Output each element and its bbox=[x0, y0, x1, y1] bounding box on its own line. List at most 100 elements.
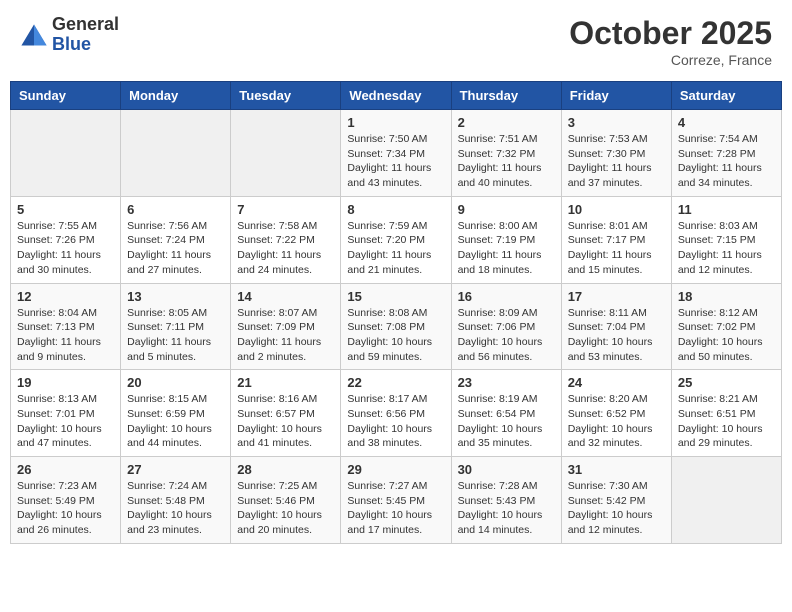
calendar-cell: 25 Sunrise: 8:21 AM Sunset: 6:51 PM Dayli… bbox=[671, 370, 781, 457]
day-number: 9 bbox=[458, 202, 555, 217]
day-of-week-header: Monday bbox=[121, 82, 231, 110]
day-number: 18 bbox=[678, 289, 775, 304]
day-number: 11 bbox=[678, 202, 775, 217]
day-number: 31 bbox=[568, 462, 665, 477]
calendar-week-row: 12Sunrise: 8:04 AM Sunset: 7:13 PM Dayli… bbox=[11, 283, 782, 370]
calendar-cell: 29 Sunrise: 7:27 AM Sunset: 5:45 PM Dayli… bbox=[341, 457, 451, 544]
calendar-cell: 6 Sunrise: 7:56 AM Sunset: 7:24 PM Daylig… bbox=[121, 196, 231, 283]
calendar-cell: 14 Sunrise: 8:07 AM Sunset: 7:09 PM Dayli… bbox=[231, 283, 341, 370]
calendar-header-row: SundayMondayTuesdayWednesdayThursdayFrid… bbox=[11, 82, 782, 110]
day-of-week-header: Thursday bbox=[451, 82, 561, 110]
day-info: Sunrise: 8:04 AM Sunset: 7:13 PM Dayligh… bbox=[17, 306, 114, 365]
calendar-cell: 22 Sunrise: 8:17 AM Sunset: 6:56 PM Dayli… bbox=[341, 370, 451, 457]
day-info: Sunrise: 8:08 AM Sunset: 7:08 PM Dayligh… bbox=[347, 306, 444, 365]
day-number: 7 bbox=[237, 202, 334, 217]
location: Correze, France bbox=[569, 52, 772, 68]
logo-text: General Blue bbox=[52, 15, 119, 55]
day-of-week-header: Tuesday bbox=[231, 82, 341, 110]
day-info: Sunrise: 8:20 AM Sunset: 6:52 PM Dayligh… bbox=[568, 392, 665, 451]
logo-icon bbox=[20, 21, 48, 49]
day-number: 22 bbox=[347, 375, 444, 390]
calendar-cell bbox=[671, 457, 781, 544]
calendar-cell: 11Sunrise: 8:03 AM Sunset: 7:15 PM Dayli… bbox=[671, 196, 781, 283]
day-info: Sunrise: 8:19 AM Sunset: 6:54 PM Dayligh… bbox=[458, 392, 555, 451]
calendar-cell: 18 Sunrise: 8:12 AM Sunset: 7:02 PM Dayli… bbox=[671, 283, 781, 370]
calendar-cell bbox=[121, 110, 231, 197]
day-info: Sunrise: 8:17 AM Sunset: 6:56 PM Dayligh… bbox=[347, 392, 444, 451]
day-number: 27 bbox=[127, 462, 224, 477]
calendar-cell: 7 Sunrise: 7:58 AM Sunset: 7:22 PM Daylig… bbox=[231, 196, 341, 283]
day-of-week-header: Friday bbox=[561, 82, 671, 110]
calendar-cell: 27Sunrise: 7:24 AM Sunset: 5:48 PM Dayli… bbox=[121, 457, 231, 544]
day-number: 14 bbox=[237, 289, 334, 304]
day-number: 17 bbox=[568, 289, 665, 304]
day-info: Sunrise: 7:30 AM Sunset: 5:42 PM Dayligh… bbox=[568, 479, 665, 538]
calendar-cell: 26 Sunrise: 7:23 AM Sunset: 5:49 PM Dayli… bbox=[11, 457, 121, 544]
day-number: 20 bbox=[127, 375, 224, 390]
day-info: Sunrise: 8:15 AM Sunset: 6:59 PM Dayligh… bbox=[127, 392, 224, 451]
calendar-cell: 10 Sunrise: 8:01 AM Sunset: 7:17 PM Dayli… bbox=[561, 196, 671, 283]
calendar-cell: 2Sunrise: 7:51 AM Sunset: 7:32 PM Daylig… bbox=[451, 110, 561, 197]
day-info: Sunrise: 8:21 AM Sunset: 6:51 PM Dayligh… bbox=[678, 392, 775, 451]
calendar-cell: 1 Sunrise: 7:50 AM Sunset: 7:34 PM Daylig… bbox=[341, 110, 451, 197]
calendar-cell: 28Sunrise: 7:25 AM Sunset: 5:46 PM Dayli… bbox=[231, 457, 341, 544]
day-number: 24 bbox=[568, 375, 665, 390]
day-info: Sunrise: 8:11 AM Sunset: 7:04 PM Dayligh… bbox=[568, 306, 665, 365]
day-info: Sunrise: 8:00 AM Sunset: 7:19 PM Dayligh… bbox=[458, 219, 555, 278]
day-number: 30 bbox=[458, 462, 555, 477]
day-of-week-header: Saturday bbox=[671, 82, 781, 110]
calendar-week-row: 5 Sunrise: 7:55 AM Sunset: 7:26 PM Daylig… bbox=[11, 196, 782, 283]
calendar-cell: 24 Sunrise: 8:20 AM Sunset: 6:52 PM Dayli… bbox=[561, 370, 671, 457]
day-info: Sunrise: 7:23 AM Sunset: 5:49 PM Dayligh… bbox=[17, 479, 114, 538]
calendar-cell bbox=[11, 110, 121, 197]
day-number: 21 bbox=[237, 375, 334, 390]
calendar-cell: 19 Sunrise: 8:13 AM Sunset: 7:01 PM Dayli… bbox=[11, 370, 121, 457]
day-info: Sunrise: 7:28 AM Sunset: 5:43 PM Dayligh… bbox=[458, 479, 555, 538]
day-number: 3 bbox=[568, 115, 665, 130]
day-info: Sunrise: 7:56 AM Sunset: 7:24 PM Dayligh… bbox=[127, 219, 224, 278]
calendar-cell: 15 Sunrise: 8:08 AM Sunset: 7:08 PM Dayli… bbox=[341, 283, 451, 370]
day-info: Sunrise: 8:12 AM Sunset: 7:02 PM Dayligh… bbox=[678, 306, 775, 365]
day-of-week-header: Wednesday bbox=[341, 82, 451, 110]
calendar-cell: 31 Sunrise: 7:30 AM Sunset: 5:42 PM Dayli… bbox=[561, 457, 671, 544]
calendar-cell: 16Sunrise: 8:09 AM Sunset: 7:06 PM Dayli… bbox=[451, 283, 561, 370]
day-info: Sunrise: 7:53 AM Sunset: 7:30 PM Dayligh… bbox=[568, 132, 665, 191]
day-number: 16 bbox=[458, 289, 555, 304]
day-info: Sunrise: 7:51 AM Sunset: 7:32 PM Dayligh… bbox=[458, 132, 555, 191]
calendar-cell: 5 Sunrise: 7:55 AM Sunset: 7:26 PM Daylig… bbox=[11, 196, 121, 283]
day-number: 8 bbox=[347, 202, 444, 217]
day-number: 5 bbox=[17, 202, 114, 217]
day-info: Sunrise: 8:01 AM Sunset: 7:17 PM Dayligh… bbox=[568, 219, 665, 278]
day-info: Sunrise: 7:27 AM Sunset: 5:45 PM Dayligh… bbox=[347, 479, 444, 538]
day-info: Sunrise: 7:55 AM Sunset: 7:26 PM Dayligh… bbox=[17, 219, 114, 278]
day-number: 10 bbox=[568, 202, 665, 217]
day-number: 23 bbox=[458, 375, 555, 390]
day-number: 15 bbox=[347, 289, 444, 304]
day-info: Sunrise: 7:54 AM Sunset: 7:28 PM Dayligh… bbox=[678, 132, 775, 191]
calendar-week-row: 26 Sunrise: 7:23 AM Sunset: 5:49 PM Dayli… bbox=[11, 457, 782, 544]
day-number: 25 bbox=[678, 375, 775, 390]
calendar-table: SundayMondayTuesdayWednesdayThursdayFrid… bbox=[10, 81, 782, 544]
logo: General Blue bbox=[20, 15, 119, 55]
calendar-cell: 3 Sunrise: 7:53 AM Sunset: 7:30 PM Daylig… bbox=[561, 110, 671, 197]
day-info: Sunrise: 8:07 AM Sunset: 7:09 PM Dayligh… bbox=[237, 306, 334, 365]
day-number: 26 bbox=[17, 462, 114, 477]
calendar-week-row: 19 Sunrise: 8:13 AM Sunset: 7:01 PM Dayli… bbox=[11, 370, 782, 457]
day-info: Sunrise: 7:58 AM Sunset: 7:22 PM Dayligh… bbox=[237, 219, 334, 278]
title-block: October 2025 Correze, France bbox=[569, 15, 772, 68]
day-number: 19 bbox=[17, 375, 114, 390]
day-number: 1 bbox=[347, 115, 444, 130]
calendar-cell: 4 Sunrise: 7:54 AM Sunset: 7:28 PM Daylig… bbox=[671, 110, 781, 197]
calendar-cell: 20 Sunrise: 8:15 AM Sunset: 6:59 PM Dayli… bbox=[121, 370, 231, 457]
calendar-cell: 21 Sunrise: 8:16 AM Sunset: 6:57 PM Dayli… bbox=[231, 370, 341, 457]
day-number: 13 bbox=[127, 289, 224, 304]
calendar-cell: 23 Sunrise: 8:19 AM Sunset: 6:54 PM Dayli… bbox=[451, 370, 561, 457]
day-info: Sunrise: 8:13 AM Sunset: 7:01 PM Dayligh… bbox=[17, 392, 114, 451]
month-title: October 2025 bbox=[569, 15, 772, 52]
calendar-cell: 17 Sunrise: 8:11 AM Sunset: 7:04 PM Dayli… bbox=[561, 283, 671, 370]
day-info: Sunrise: 8:16 AM Sunset: 6:57 PM Dayligh… bbox=[237, 392, 334, 451]
day-number: 4 bbox=[678, 115, 775, 130]
day-number: 29 bbox=[347, 462, 444, 477]
day-info: Sunrise: 7:50 AM Sunset: 7:34 PM Dayligh… bbox=[347, 132, 444, 191]
day-number: 6 bbox=[127, 202, 224, 217]
